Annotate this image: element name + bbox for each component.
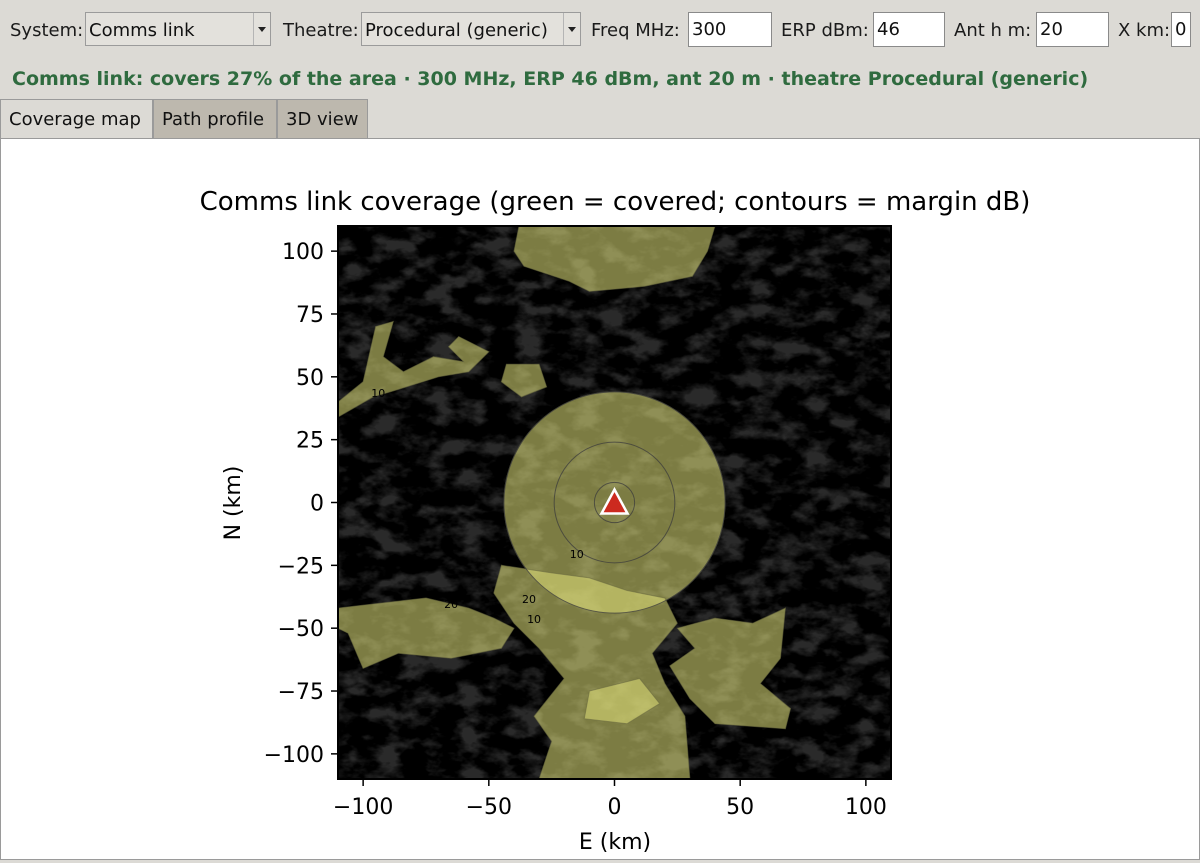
chevron-down-icon[interactable] [253, 13, 270, 45]
ant-height-field[interactable] [1036, 12, 1109, 47]
tab-3d-view[interactable]: 3D view [277, 99, 368, 139]
tab-path-profile[interactable]: Path profile [153, 99, 277, 139]
chart-title: Comms link coverage (green = covered; co… [200, 187, 1031, 217]
y-tick-label: 75 [296, 303, 324, 328]
theatre-label: Theatre: [283, 20, 359, 41]
contour-label: 10 [570, 548, 584, 561]
erp-label: ERP dBm: [781, 20, 869, 41]
toolbar: System: Comms link Theatre: Procedural (… [0, 0, 1200, 62]
y-tick-label: 25 [296, 429, 324, 454]
chevron-down-icon[interactable] [563, 13, 580, 45]
x-km-input[interactable] [1172, 13, 1190, 46]
x-km-label: X km: [1118, 20, 1171, 41]
ant-height-input[interactable] [1037, 13, 1108, 46]
x-tick-label: −50 [466, 795, 512, 820]
coverage-chart: Comms link coverage (green = covered; co… [200, 187, 1031, 855]
contour-label: 10 [527, 613, 541, 626]
y-axis-ticks: −100 −75 −50 −25 0 25 50 75 100 [264, 240, 338, 768]
ant-label: Ant h m: [954, 20, 1032, 41]
y-tick-label: 50 [296, 366, 324, 391]
x-axis-ticks: −100 −50 0 50 100 [333, 779, 887, 820]
contour-label: 20 [444, 598, 458, 611]
tab-coverage-map[interactable]: Coverage map [0, 99, 153, 140]
system-select-value: Comms link [89, 20, 195, 41]
contour-label: 10 [399, 347, 413, 360]
system-select[interactable]: Comms link [85, 12, 271, 46]
y-tick-label: 100 [282, 240, 324, 265]
x-axis-label: E (km) [579, 830, 651, 855]
y-axis-label: N (km) [221, 466, 246, 541]
freq-input[interactable] [689, 13, 771, 46]
x-tick-label: 50 [726, 795, 754, 820]
x-tick-label: 0 [608, 795, 622, 820]
x-tick-label: 100 [845, 795, 887, 820]
coverage-status-text: Comms link: covers 27% of the area · 300… [12, 68, 1089, 90]
x-km-field[interactable] [1171, 12, 1191, 47]
coverage-map-panel: Comms link coverage (green = covered; co… [0, 138, 1200, 860]
y-tick-label: −50 [278, 617, 324, 642]
x-tick-label: −100 [333, 795, 393, 820]
theatre-select[interactable]: Procedural (generic) [361, 12, 581, 46]
freq-label: Freq MHz: [591, 20, 680, 41]
erp-field[interactable] [873, 12, 945, 47]
y-tick-label: −25 [278, 554, 324, 579]
y-tick-label: 0 [310, 492, 324, 517]
erp-input[interactable] [874, 13, 944, 46]
theatre-select-value: Procedural (generic) [365, 20, 548, 41]
freq-field[interactable] [688, 12, 772, 47]
system-label: System: [10, 20, 84, 41]
y-tick-label: −100 [264, 743, 324, 768]
y-tick-label: −75 [278, 680, 324, 705]
contour-label: 10 [371, 387, 385, 400]
contour-label: 20 [522, 593, 536, 606]
